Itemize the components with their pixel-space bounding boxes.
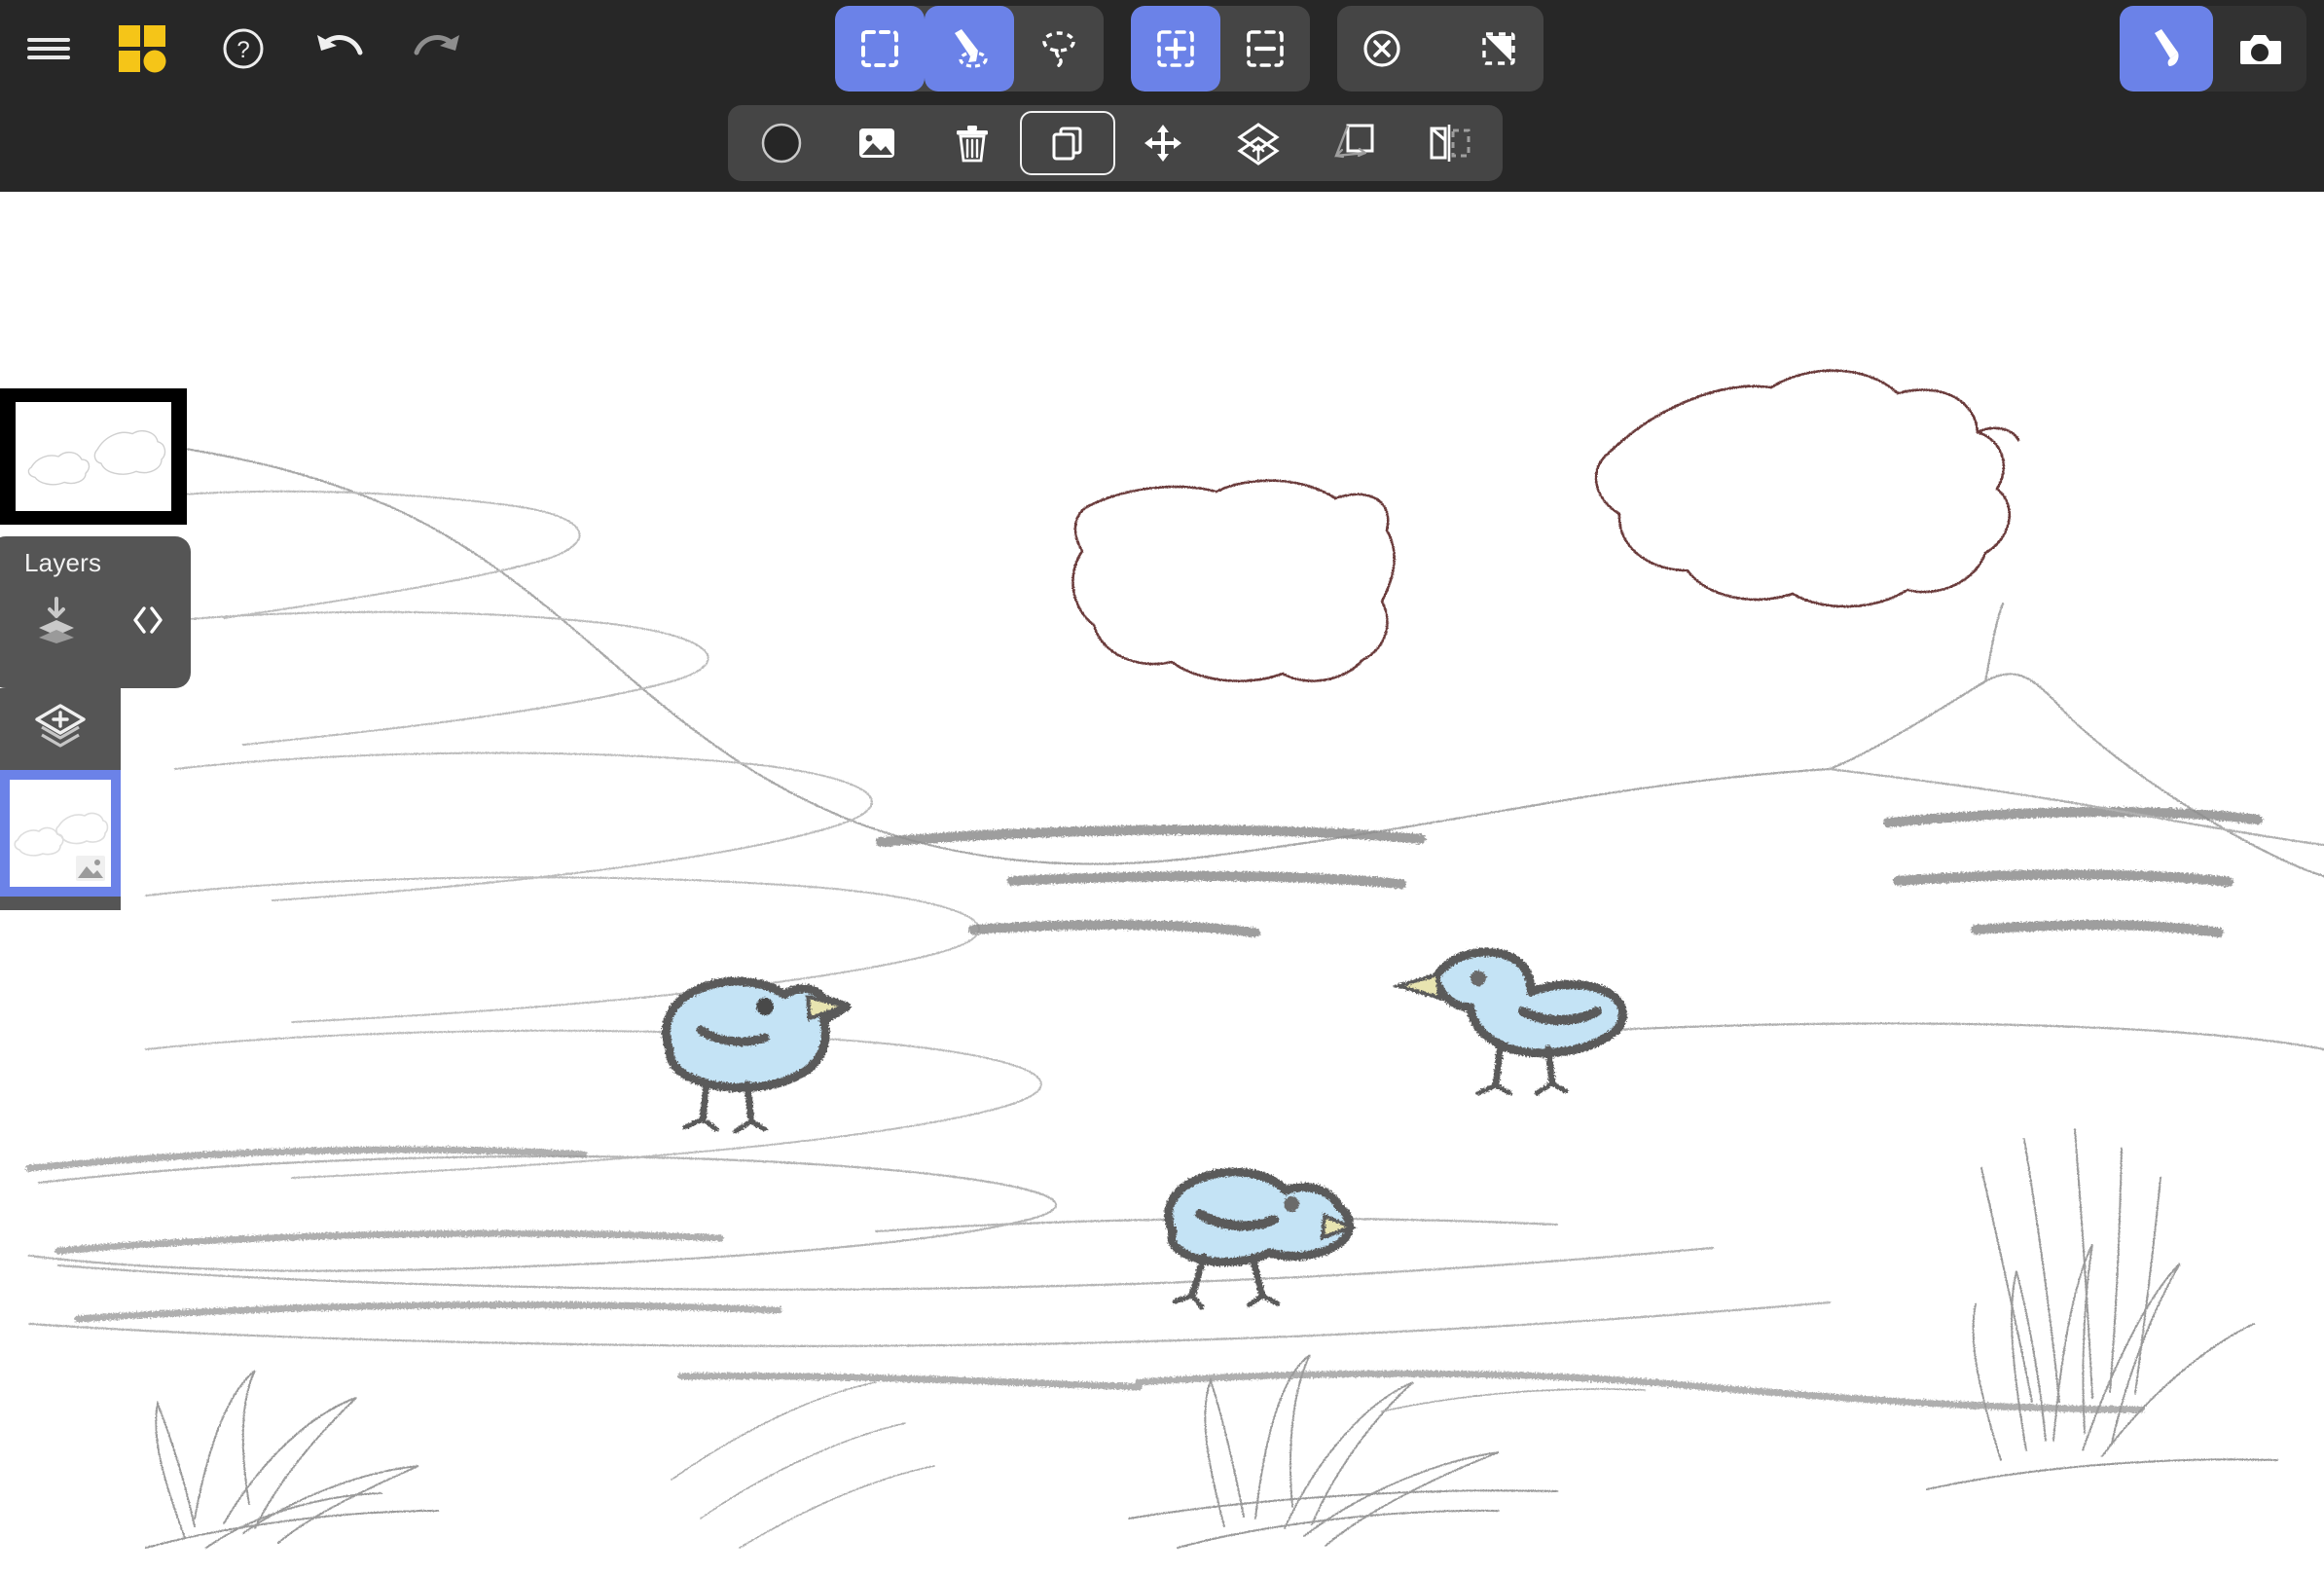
send-to-layer-button[interactable]	[1211, 111, 1306, 175]
redo-arrow-glyph	[414, 35, 459, 55]
layers-panel-title: Layers	[24, 548, 102, 577]
brush-tool-button[interactable]	[2120, 6, 2213, 92]
layers-strip-tail	[0, 897, 121, 910]
grid-logo-icon[interactable]	[115, 21, 169, 76]
canvas-artwork	[0, 0, 2324, 1575]
grid-logo-glyph	[119, 25, 166, 73]
insert-image-button[interactable]	[829, 111, 925, 175]
help-circle-icon[interactable]: ?	[216, 21, 271, 76]
chevron-collapse-icon[interactable]	[125, 593, 171, 647]
clear-selection-button[interactable]	[1337, 6, 1427, 92]
lasso-select-icon	[1042, 31, 1075, 68]
undo-arrow-icon[interactable]	[309, 21, 368, 76]
selection-action-group	[1337, 6, 1543, 92]
help-circle-glyph: ?	[223, 28, 264, 69]
selection-mode-group	[1131, 6, 1310, 92]
brush-icon	[2155, 29, 2179, 66]
duplicate-button[interactable]	[1020, 111, 1115, 175]
image-badge-glyph	[76, 856, 105, 881]
brush-select-button[interactable]	[925, 6, 1014, 92]
selection-tool-group	[835, 6, 1104, 92]
action-toolbar	[728, 105, 1503, 181]
brush-select-icon	[955, 29, 988, 68]
image-badge-icon	[74, 854, 107, 883]
merge-down-glyph	[39, 597, 74, 643]
hamburger-menu-glyph	[27, 38, 70, 59]
rectangle-select-button[interactable]	[835, 6, 925, 92]
invert-selection-button[interactable]	[1454, 6, 1543, 92]
image-icon	[859, 128, 894, 158]
move-button[interactable]	[1115, 111, 1211, 175]
merge-down-icon[interactable]	[29, 593, 84, 647]
toolbar-separator-2	[1310, 49, 1337, 50]
invert-selection-icon	[1482, 32, 1515, 65]
undo-arrow-glyph	[317, 35, 363, 55]
mirror-flip-icon	[1430, 125, 1471, 162]
lasso-select-button[interactable]	[1014, 6, 1104, 92]
add-layer-glyph	[35, 704, 86, 748]
chevron-collapse-glyph	[133, 606, 163, 634]
layer-thumbnail	[10, 780, 111, 887]
add-layer-icon[interactable]	[0, 688, 121, 770]
copy-icon	[1052, 127, 1082, 161]
app-root: ? Layers	[0, 0, 2324, 1575]
move-arrows-icon	[1144, 125, 1181, 162]
layers-panel: Layers	[0, 536, 191, 688]
layer-preview-thumbnail	[16, 402, 171, 511]
toolbar-separator-3	[1427, 49, 1454, 50]
subtract-from-selection-button[interactable]	[1220, 6, 1310, 92]
hamburger-menu-icon[interactable]	[21, 21, 76, 76]
rectangle-marquee-icon	[861, 30, 898, 67]
color-swatch-button[interactable]	[734, 111, 829, 175]
delete-button[interactable]	[925, 111, 1020, 175]
flip-horizontal-button[interactable]	[1401, 111, 1497, 175]
selection-toolbar	[835, 6, 1543, 92]
trash-icon	[957, 126, 988, 163]
top-toolbar-row-1: ?	[0, 0, 2324, 97]
drawing-canvas[interactable]	[0, 0, 2324, 1575]
layer-preview-art	[16, 402, 171, 511]
clear-selection-icon	[1363, 30, 1400, 67]
camera-icon	[2240, 35, 2281, 64]
svg-text:?: ?	[236, 37, 249, 63]
layer-stack-arrow-icon	[1237, 123, 1280, 165]
layer-item[interactable]	[0, 770, 121, 897]
camera-tool-button[interactable]	[2213, 6, 2306, 92]
selection-add-icon	[1157, 30, 1194, 67]
redo-arrow-icon[interactable]	[409, 21, 467, 76]
transform-distort-icon	[1334, 124, 1374, 159]
top-toolbar: ?	[0, 0, 2324, 192]
color-swatch-icon	[761, 123, 802, 164]
selection-subtract-icon	[1247, 30, 1284, 67]
add-to-selection-button[interactable]	[1131, 6, 1220, 92]
tool-toolbar	[2120, 6, 2306, 92]
toolbar-separator-1	[1104, 49, 1131, 50]
transform-button[interactable]	[1306, 111, 1401, 175]
layer-preview	[0, 388, 187, 525]
